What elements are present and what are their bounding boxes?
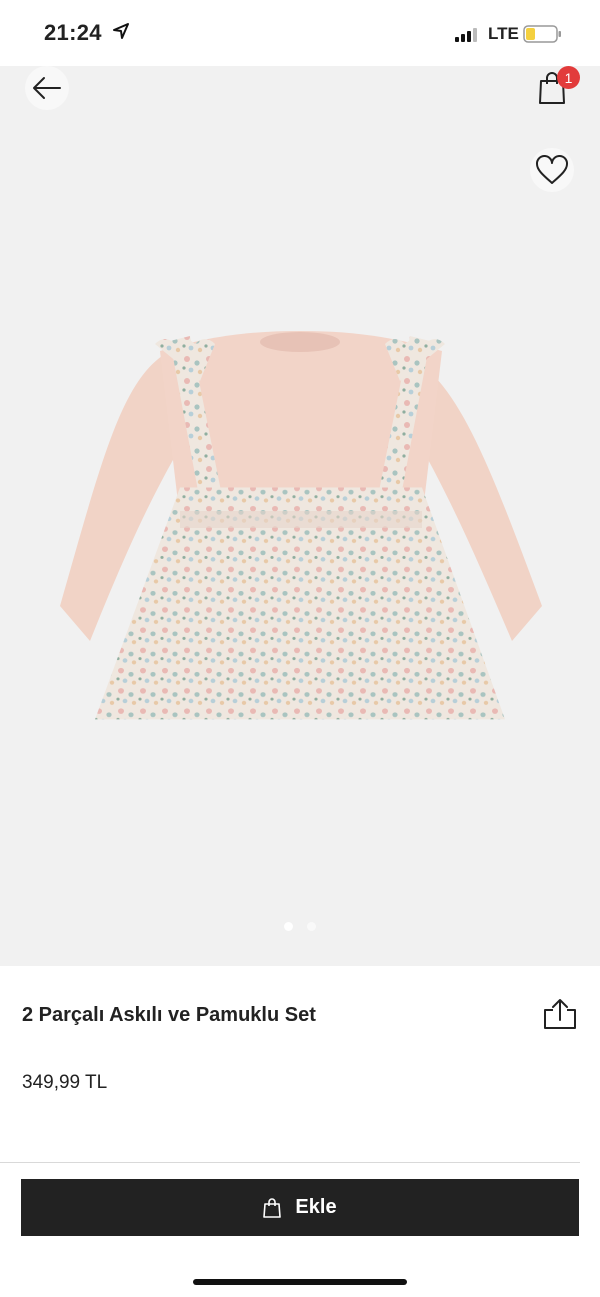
product-title: 2 Parçalı Askılı ve Pamuklu Set (22, 1004, 316, 1026)
back-button[interactable] (25, 66, 69, 110)
divider (0, 1162, 580, 1163)
cart-count-badge: 1 (557, 66, 580, 89)
back-arrow-icon (33, 77, 61, 99)
share-button[interactable] (542, 998, 578, 1035)
location-arrow-icon (112, 22, 130, 45)
pagination-dot[interactable] (307, 922, 316, 931)
status-time: 21:24 (44, 20, 102, 45)
battery-icon (523, 24, 563, 49)
product-gallery[interactable]: 1 (0, 66, 600, 966)
pagination-dot-active[interactable] (284, 922, 293, 931)
gallery-pagination[interactable] (0, 922, 600, 931)
product-image (60, 331, 542, 720)
share-icon (544, 999, 576, 1029)
network-label: LTE (488, 24, 519, 43)
favorite-button[interactable] (530, 148, 574, 192)
bag-icon (263, 1197, 282, 1218)
status-bar: 21:24 LTE (0, 0, 600, 66)
add-to-cart-label: Ekle (295, 1196, 337, 1218)
home-indicator[interactable] (193, 1279, 407, 1285)
add-to-cart-button[interactable]: Ekle (21, 1179, 579, 1236)
signal-icon (455, 26, 477, 42)
product-price: 349,99 TL (22, 1072, 108, 1093)
heart-icon (536, 155, 568, 184)
